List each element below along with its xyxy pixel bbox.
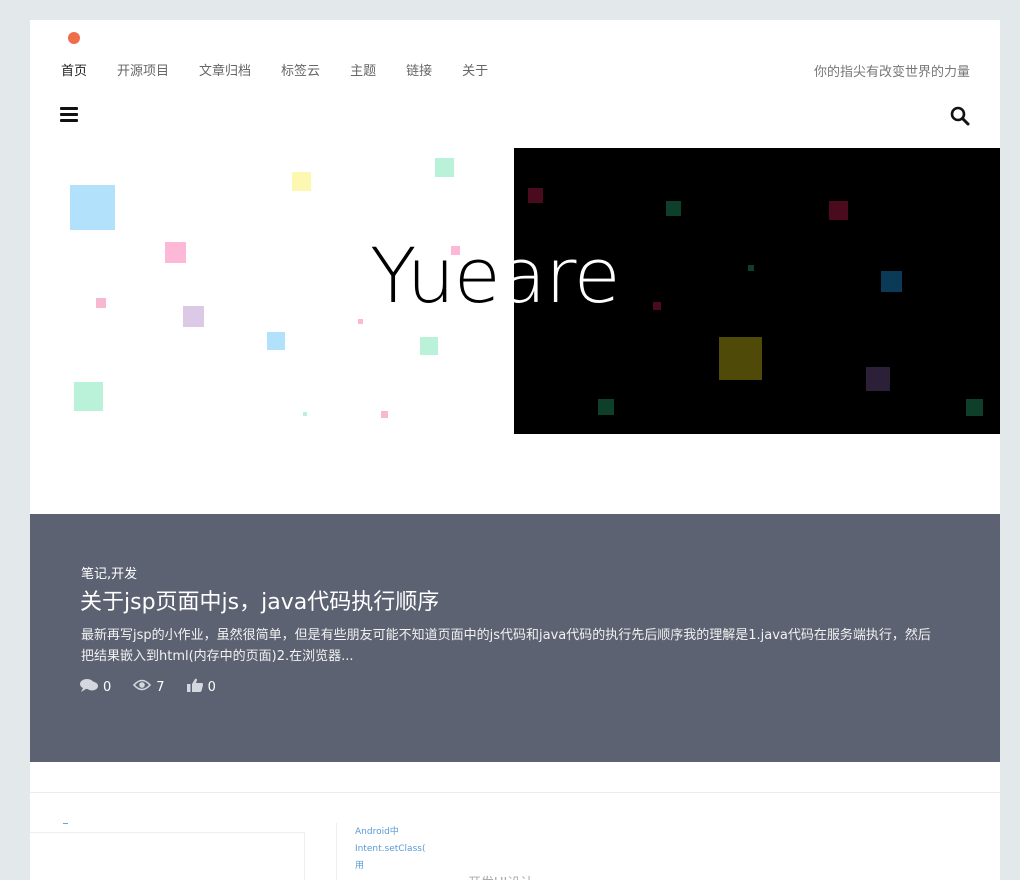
decor-square (183, 306, 204, 327)
post-meta: 0 7 0 (80, 678, 238, 696)
decor-square (528, 188, 543, 203)
decor-square (866, 367, 890, 391)
decor-square (267, 332, 285, 350)
thumbs-up-icon (186, 678, 208, 696)
nav-item-archive[interactable]: 文章归档 (199, 60, 251, 79)
comment-count-value: 0 (103, 679, 112, 695)
related-post-link[interactable]: Android中 Intent.setClass( 用 (355, 824, 425, 875)
decor-square (74, 382, 103, 411)
related-post-line: Intent.setClass( (355, 844, 426, 854)
post-excerpt: 最新再写jsp的小作业，虽然很简单，但是有些朋友可能不知道页面中的js代码和ja… (81, 628, 931, 664)
search-icon[interactable] (950, 106, 970, 126)
decor-square (666, 201, 681, 216)
decor-square (748, 265, 754, 271)
nav-item-themes[interactable]: 主题 (350, 60, 376, 79)
decor-square (96, 298, 106, 308)
hero-banner: Yueare (30, 148, 1000, 434)
nav-item-tag-cloud[interactable]: 标签云 (281, 60, 320, 79)
page-container: 首页 开源项目 文章归档 标签云 主题 链接 关于 你的指尖有改变世界的力量 Y… (30, 20, 1000, 880)
site-logo[interactable]: Yueare (370, 238, 621, 314)
related-post-line: 用 (355, 861, 365, 871)
like-count-value: 0 (207, 679, 216, 695)
column-divider (336, 823, 337, 880)
menu-icon[interactable] (60, 107, 78, 123)
view-count-value: 7 (156, 679, 165, 695)
site-slogan: 你的指尖有改变世界的力量 (813, 65, 970, 80)
logo-text-light: are (499, 231, 621, 320)
status-dot (68, 32, 80, 44)
decor-square (966, 399, 983, 416)
related-post-line: Android中 (355, 827, 399, 837)
sidebar-widget (30, 832, 305, 880)
decor-square (881, 271, 902, 292)
widget-tab-indicator (63, 823, 68, 824)
decor-square (303, 412, 307, 416)
decor-square (420, 337, 438, 355)
post-title[interactable]: 关于jsp页面中js，java代码执行顺序 (80, 584, 439, 616)
like-count[interactable]: 0 (186, 678, 216, 696)
decor-square (829, 201, 848, 220)
decor-square (165, 242, 186, 263)
main-nav: 首页 开源项目 文章归档 标签云 主题 链接 关于 (61, 60, 518, 79)
post-categories[interactable]: 笔记,开发 (81, 563, 137, 582)
view-count: 7 (133, 678, 165, 696)
logo-text-dark: Yue (370, 231, 501, 320)
divider (30, 792, 1000, 793)
decor-square (292, 172, 311, 191)
decor-square (381, 411, 388, 418)
nav-item-open-source[interactable]: 开源项目 (117, 60, 169, 79)
section-subtitle: 开发UI设计 (468, 872, 533, 880)
comment-icon (80, 678, 103, 696)
eye-icon (133, 679, 156, 695)
decor-square (70, 185, 115, 230)
nav-item-links[interactable]: 链接 (406, 60, 432, 79)
nav-item-home[interactable]: 首页 (61, 60, 87, 79)
comment-count: 0 (80, 678, 111, 696)
decor-square (598, 399, 614, 415)
nav-item-about[interactable]: 关于 (462, 60, 488, 79)
decor-square (435, 158, 454, 177)
decor-square (719, 337, 762, 380)
decor-square (358, 319, 363, 324)
decor-square (653, 302, 661, 310)
featured-post[interactable]: 笔记,开发 关于jsp页面中js，java代码执行顺序 最新再写jsp的小作业，… (30, 514, 1000, 762)
